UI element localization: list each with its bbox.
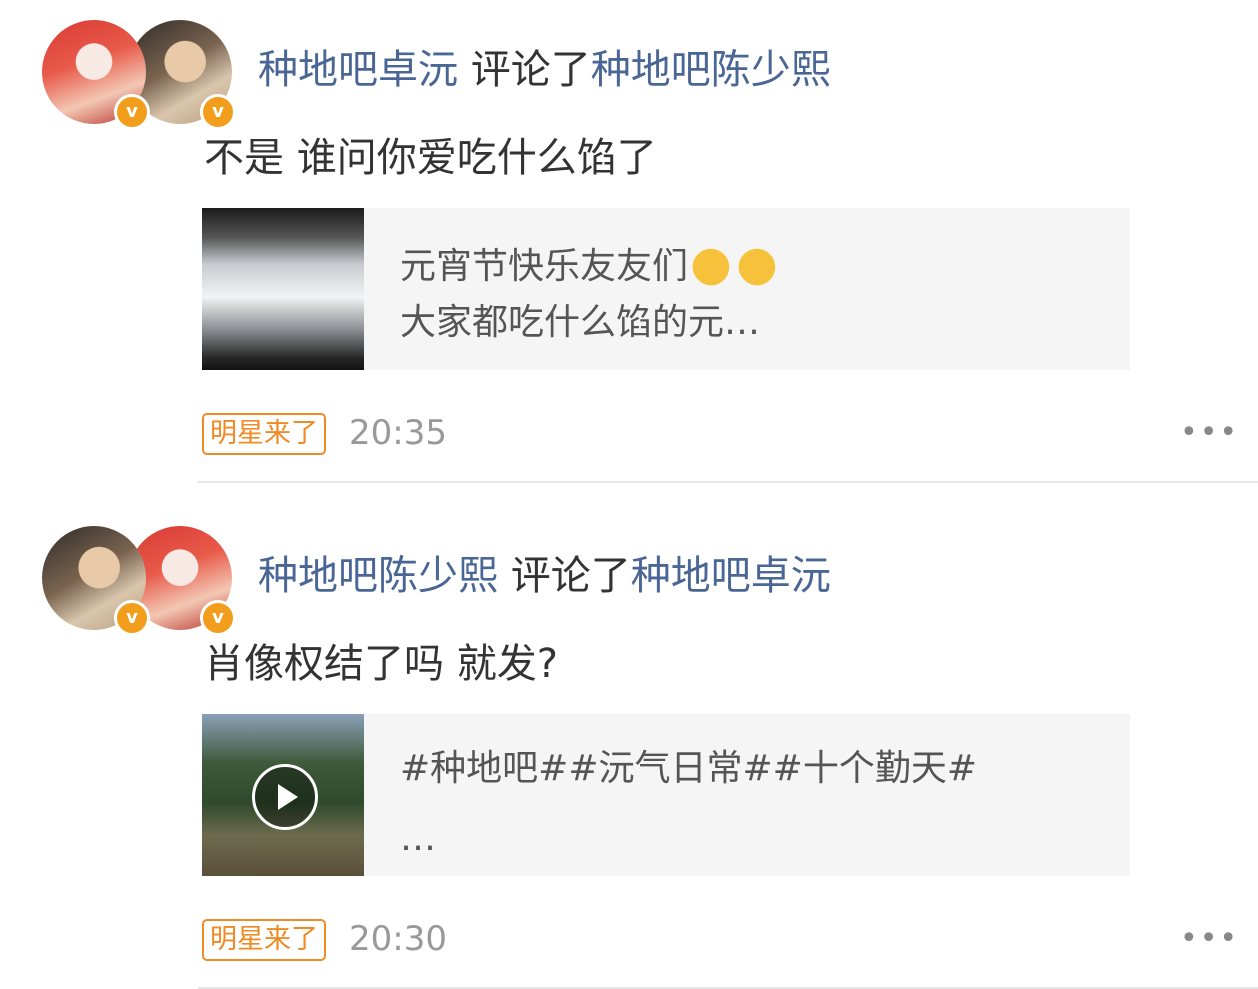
verified-icon: v bbox=[200, 600, 236, 636]
activity-header: 种地吧卓沅 评论了种地吧陈少熙 bbox=[258, 46, 831, 94]
target-name-link[interactable]: 种地吧陈少熙 bbox=[591, 47, 831, 93]
post-thumbnail bbox=[202, 208, 364, 370]
comment-text: 不是 谁问你爱吃什么馅了 bbox=[204, 135, 657, 181]
card-line-2: 大家都吃什么馅的元… bbox=[400, 302, 761, 343]
verified-icon: v bbox=[114, 94, 150, 130]
commenter-name-link[interactable]: 种地吧卓沅 bbox=[258, 47, 458, 93]
divider bbox=[198, 481, 1258, 483]
verified-icon: v bbox=[200, 94, 236, 130]
card-line-1: #种地吧##沅气日常##十个勤天# bbox=[400, 748, 977, 789]
action-verb: 评论了 bbox=[470, 47, 591, 93]
more-icon[interactable]: ••• bbox=[1180, 924, 1239, 954]
source-tag[interactable]: 明星来了 bbox=[202, 413, 326, 455]
quoted-post-card[interactable]: 元宵节快乐友友们 大家都吃什么馅的元… bbox=[202, 208, 1130, 370]
comment-text: 肖像权结了吗 就发? bbox=[204, 641, 558, 687]
clapping-hands-icon bbox=[738, 244, 781, 286]
more-icon[interactable]: ••• bbox=[1180, 418, 1239, 448]
timestamp: 20:35 bbox=[349, 413, 447, 453]
target-name-link[interactable]: 种地吧卓沅 bbox=[631, 553, 831, 599]
commenter-name-link[interactable]: 种地吧陈少熙 bbox=[258, 553, 498, 599]
clapping-hands-icon bbox=[692, 244, 735, 286]
card-line-1: 元宵节快乐友友们 bbox=[400, 238, 781, 296]
card-line-2: … bbox=[400, 818, 436, 859]
timestamp: 20:30 bbox=[349, 919, 447, 959]
play-icon[interactable] bbox=[252, 764, 318, 830]
activity-header: 种地吧陈少熙 评论了种地吧卓沅 bbox=[258, 552, 831, 600]
source-tag[interactable]: 明星来了 bbox=[202, 919, 326, 961]
action-verb: 评论了 bbox=[510, 553, 631, 599]
quoted-post-card[interactable]: #种地吧##沅气日常##十个勤天# … bbox=[202, 714, 1130, 876]
verified-icon: v bbox=[114, 600, 150, 636]
post-thumbnail[interactable] bbox=[202, 714, 364, 876]
